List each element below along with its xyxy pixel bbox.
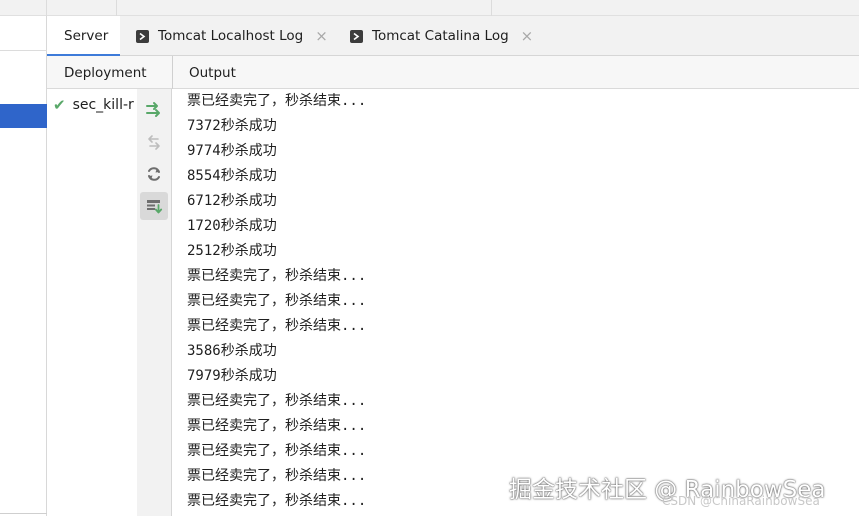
terminal-icon [136, 29, 149, 43]
console-line: 2512秒杀成功 [187, 243, 277, 259]
console-line: 票已经卖完了，秒杀结束... [187, 493, 367, 509]
undeploy-icon [148, 135, 160, 150]
services-tab-bar: Server Tomcat Localhost Log × Tomcat Cat… [47, 16, 859, 57]
watermark-sub: CSDN @ChinaRainbowSea [662, 494, 820, 508]
output-console[interactable]: 票已经卖完了，秒杀结束... 7372秒杀成功 9774秒杀成功 8554秒杀成… [173, 89, 859, 516]
left-side-panel [0, 16, 47, 516]
tab-label: Tomcat Catalina Log [372, 28, 509, 44]
left-panel-divider [0, 50, 47, 51]
left-panel-divider [0, 513, 47, 514]
refresh-icon [148, 167, 160, 181]
top-strip-segment [117, 0, 492, 16]
top-strip-segment [47, 0, 117, 16]
refresh-button[interactable] [140, 160, 168, 188]
tab-tomcat-catalina-log[interactable]: Tomcat Catalina Log × [350, 16, 533, 56]
left-panel-selected-row[interactable] [0, 104, 47, 128]
console-line: 票已经卖完了，秒杀结束... [187, 443, 367, 459]
deployment-item[interactable]: ✔ sec_kill-r [53, 95, 134, 115]
deployment-header[interactable]: Deployment [47, 56, 173, 89]
tab-label: Tomcat Localhost Log [158, 28, 304, 44]
top-strip-segment [0, 0, 47, 16]
output-header[interactable]: Output [173, 56, 236, 89]
console-line: 7372秒杀成功 [187, 118, 277, 134]
deployment-item-label: sec_kill-r [72, 97, 134, 113]
undeploy-button[interactable] [140, 128, 168, 156]
console-line: 票已经卖完了，秒杀结束... [187, 268, 367, 284]
deploy-all-icon [146, 102, 160, 117]
deploy-all-button[interactable] [140, 96, 168, 124]
console-line: 票已经卖完了，秒杀结束... [187, 393, 367, 409]
console-line: 票已经卖完了，秒杀结束... [187, 418, 367, 434]
deployment-list: ✔ sec_kill-r [47, 89, 137, 516]
console-line: 票已经卖完了，秒杀结束... [187, 468, 367, 484]
console-line: 票已经卖完了，秒杀结束... [187, 93, 367, 109]
server-subheader: Deployment Output [47, 56, 859, 89]
terminal-icon [350, 29, 363, 43]
tab-server[interactable]: Server [47, 16, 120, 57]
console-line: 6712秒杀成功 [187, 193, 277, 209]
console-line: 9774秒杀成功 [187, 143, 277, 159]
scroll-to-end-button[interactable] [140, 192, 168, 220]
console-line: 票已经卖完了，秒杀结束... [187, 318, 367, 334]
tab-tomcat-localhost-log[interactable]: Tomcat Localhost Log × [136, 16, 328, 56]
deployment-action-toolbar [137, 89, 172, 516]
tab-label: Server [64, 28, 109, 44]
check-icon: ✔ [53, 96, 66, 114]
close-icon[interactable]: × [315, 28, 328, 44]
console-line: 票已经卖完了，秒杀结束... [187, 293, 367, 309]
console-line: 7979秒杀成功 [187, 368, 277, 384]
scroll-to-end-icon [147, 200, 163, 214]
console-line: 1720秒杀成功 [187, 218, 277, 234]
console-line: 3586秒杀成功 [187, 343, 277, 359]
close-icon[interactable]: × [521, 28, 534, 44]
console-line: 8554秒杀成功 [187, 168, 277, 184]
window-top-strip [0, 0, 859, 16]
